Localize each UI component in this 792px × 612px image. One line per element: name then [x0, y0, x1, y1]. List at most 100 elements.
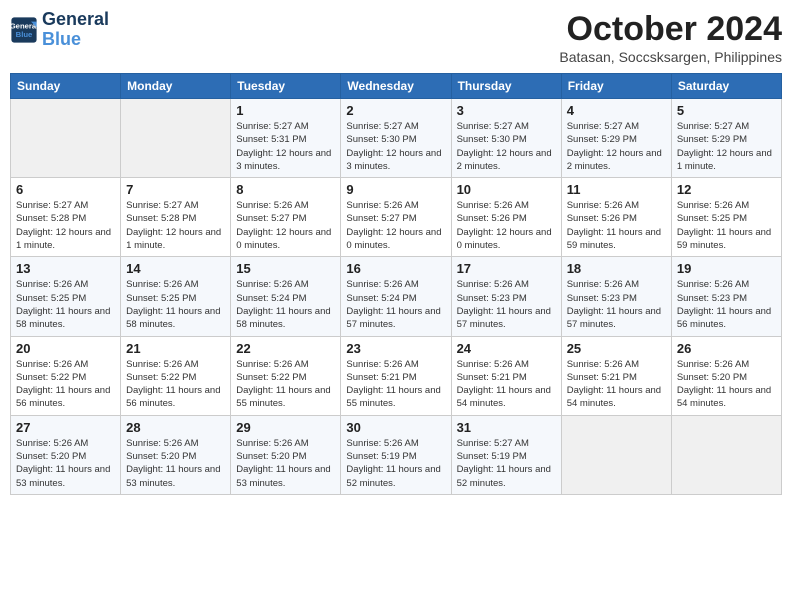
day-detail: Sunrise: 5:27 AM Sunset: 5:29 PM Dayligh… [567, 120, 666, 173]
day-detail: Sunrise: 5:26 AM Sunset: 5:22 PM Dayligh… [236, 358, 335, 411]
day-number: 2 [346, 103, 445, 118]
logo-icon: General Blue [10, 16, 38, 44]
day-detail: Sunrise: 5:27 AM Sunset: 5:30 PM Dayligh… [457, 120, 556, 173]
logo-line2: Blue [42, 30, 109, 50]
month-title: October 2024 [559, 10, 782, 49]
calendar-header: SundayMondayTuesdayWednesdayThursdayFrid… [11, 74, 782, 99]
day-number: 24 [457, 341, 556, 356]
calendar-cell: 20 Sunrise: 5:26 AM Sunset: 5:22 PM Dayli… [11, 336, 121, 415]
calendar-cell [121, 99, 231, 178]
day-detail: Sunrise: 5:26 AM Sunset: 5:21 PM Dayligh… [346, 358, 445, 411]
calendar-cell: 29Sunrise: 5:26 AM Sunset: 5:20 PM Dayli… [231, 415, 341, 494]
day-number: 20 [16, 341, 115, 356]
day-number: 31 [457, 420, 556, 435]
svg-text:Blue: Blue [16, 30, 33, 39]
day-number: 13 [16, 261, 115, 276]
calendar-cell: 11 Sunrise: 5:26 AM Sunset: 5:26 PM Dayli… [561, 178, 671, 257]
logo: General Blue General Blue [10, 10, 109, 50]
day-number: 18 [567, 261, 666, 276]
day-detail: Sunrise: 5:26 AM Sunset: 5:21 PM Dayligh… [567, 358, 666, 411]
day-detail: Sunrise: 5:27 AM Sunset: 5:28 PM Dayligh… [126, 199, 225, 252]
day-number: 3 [457, 103, 556, 118]
calendar-cell: 27Sunrise: 5:26 AM Sunset: 5:20 PM Dayli… [11, 415, 121, 494]
day-number: 26 [677, 341, 776, 356]
calendar-cell [11, 99, 121, 178]
title-block: October 2024 Batasan, Soccsksargen, Phil… [559, 10, 782, 65]
day-number: 10 [457, 182, 556, 197]
calendar-cell: 7 Sunrise: 5:27 AM Sunset: 5:28 PM Daylig… [121, 178, 231, 257]
day-number: 22 [236, 341, 335, 356]
header-sunday: Sunday [11, 74, 121, 99]
day-detail: Sunrise: 5:26 AM Sunset: 5:26 PM Dayligh… [457, 199, 556, 252]
day-number: 28 [126, 420, 225, 435]
header-thursday: Thursday [451, 74, 561, 99]
day-detail: Sunrise: 5:26 AM Sunset: 5:23 PM Dayligh… [567, 278, 666, 331]
day-number: 7 [126, 182, 225, 197]
calendar-cell: 22 Sunrise: 5:26 AM Sunset: 5:22 PM Dayli… [231, 336, 341, 415]
day-number: 6 [16, 182, 115, 197]
calendar-cell: 14Sunrise: 5:26 AM Sunset: 5:25 PM Dayli… [121, 257, 231, 336]
calendar-cell: 8Sunrise: 5:26 AM Sunset: 5:27 PM Daylig… [231, 178, 341, 257]
calendar-cell: 17Sunrise: 5:26 AM Sunset: 5:23 PM Dayli… [451, 257, 561, 336]
calendar-cell: 2 Sunrise: 5:27 AM Sunset: 5:30 PM Daylig… [341, 99, 451, 178]
calendar-cell: 25Sunrise: 5:26 AM Sunset: 5:21 PM Dayli… [561, 336, 671, 415]
calendar-cell: 21 Sunrise: 5:26 AM Sunset: 5:22 PM Dayli… [121, 336, 231, 415]
day-number: 17 [457, 261, 556, 276]
day-detail: Sunrise: 5:26 AM Sunset: 5:20 PM Dayligh… [16, 437, 115, 490]
day-detail: Sunrise: 5:26 AM Sunset: 5:22 PM Dayligh… [16, 358, 115, 411]
logo-line1: General [42, 10, 109, 30]
calendar-cell [561, 415, 671, 494]
calendar-cell: 1Sunrise: 5:27 AM Sunset: 5:31 PM Daylig… [231, 99, 341, 178]
calendar-cell: 10 Sunrise: 5:26 AM Sunset: 5:26 PM Dayli… [451, 178, 561, 257]
calendar-cell: 19Sunrise: 5:26 AM Sunset: 5:23 PM Dayli… [671, 257, 781, 336]
day-detail: Sunrise: 5:26 AM Sunset: 5:25 PM Dayligh… [677, 199, 776, 252]
day-detail: Sunrise: 5:27 AM Sunset: 5:28 PM Dayligh… [16, 199, 115, 252]
week-row-3: 13 Sunrise: 5:26 AM Sunset: 5:25 PM Dayli… [11, 257, 782, 336]
day-number: 11 [567, 182, 666, 197]
day-detail: Sunrise: 5:26 AM Sunset: 5:20 PM Dayligh… [677, 358, 776, 411]
day-detail: Sunrise: 5:26 AM Sunset: 5:24 PM Dayligh… [346, 278, 445, 331]
header-saturday: Saturday [671, 74, 781, 99]
calendar-cell: 23Sunrise: 5:26 AM Sunset: 5:21 PM Dayli… [341, 336, 451, 415]
calendar-table: SundayMondayTuesdayWednesdayThursdayFrid… [10, 73, 782, 495]
day-number: 5 [677, 103, 776, 118]
location-subtitle: Batasan, Soccsksargen, Philippines [559, 49, 782, 65]
calendar-cell: 9 Sunrise: 5:26 AM Sunset: 5:27 PM Daylig… [341, 178, 451, 257]
day-detail: Sunrise: 5:26 AM Sunset: 5:20 PM Dayligh… [126, 437, 225, 490]
day-number: 29 [236, 420, 335, 435]
week-row-1: 1Sunrise: 5:27 AM Sunset: 5:31 PM Daylig… [11, 99, 782, 178]
calendar-cell: 12Sunrise: 5:26 AM Sunset: 5:25 PM Dayli… [671, 178, 781, 257]
day-number: 1 [236, 103, 335, 118]
day-detail: Sunrise: 5:26 AM Sunset: 5:19 PM Dayligh… [346, 437, 445, 490]
calendar-cell: 31 Sunrise: 5:27 AM Sunset: 5:19 PM Dayli… [451, 415, 561, 494]
day-number: 15 [236, 261, 335, 276]
day-detail: Sunrise: 5:26 AM Sunset: 5:25 PM Dayligh… [16, 278, 115, 331]
week-row-5: 27Sunrise: 5:26 AM Sunset: 5:20 PM Dayli… [11, 415, 782, 494]
calendar-cell: 16Sunrise: 5:26 AM Sunset: 5:24 PM Dayli… [341, 257, 451, 336]
calendar-cell: 4 Sunrise: 5:27 AM Sunset: 5:29 PM Daylig… [561, 99, 671, 178]
calendar-cell [671, 415, 781, 494]
header-wednesday: Wednesday [341, 74, 451, 99]
calendar-body: 1Sunrise: 5:27 AM Sunset: 5:31 PM Daylig… [11, 99, 782, 495]
day-number: 4 [567, 103, 666, 118]
day-number: 30 [346, 420, 445, 435]
day-detail: Sunrise: 5:26 AM Sunset: 5:27 PM Dayligh… [346, 199, 445, 252]
day-detail: Sunrise: 5:27 AM Sunset: 5:19 PM Dayligh… [457, 437, 556, 490]
day-detail: Sunrise: 5:27 AM Sunset: 5:29 PM Dayligh… [677, 120, 776, 173]
header-monday: Monday [121, 74, 231, 99]
calendar-cell: 5 Sunrise: 5:27 AM Sunset: 5:29 PM Daylig… [671, 99, 781, 178]
calendar-cell: 3 Sunrise: 5:27 AM Sunset: 5:30 PM Daylig… [451, 99, 561, 178]
day-detail: Sunrise: 5:26 AM Sunset: 5:25 PM Dayligh… [126, 278, 225, 331]
day-number: 9 [346, 182, 445, 197]
calendar-cell: 24Sunrise: 5:26 AM Sunset: 5:21 PM Dayli… [451, 336, 561, 415]
day-detail: Sunrise: 5:26 AM Sunset: 5:26 PM Dayligh… [567, 199, 666, 252]
day-detail: Sunrise: 5:27 AM Sunset: 5:30 PM Dayligh… [346, 120, 445, 173]
day-detail: Sunrise: 5:26 AM Sunset: 5:22 PM Dayligh… [126, 358, 225, 411]
day-detail: Sunrise: 5:26 AM Sunset: 5:27 PM Dayligh… [236, 199, 335, 252]
day-number: 21 [126, 341, 225, 356]
header-friday: Friday [561, 74, 671, 99]
calendar-cell: 15Sunrise: 5:26 AM Sunset: 5:24 PM Dayli… [231, 257, 341, 336]
header-tuesday: Tuesday [231, 74, 341, 99]
week-row-2: 6 Sunrise: 5:27 AM Sunset: 5:28 PM Daylig… [11, 178, 782, 257]
calendar-cell: 28 Sunrise: 5:26 AM Sunset: 5:20 PM Dayli… [121, 415, 231, 494]
